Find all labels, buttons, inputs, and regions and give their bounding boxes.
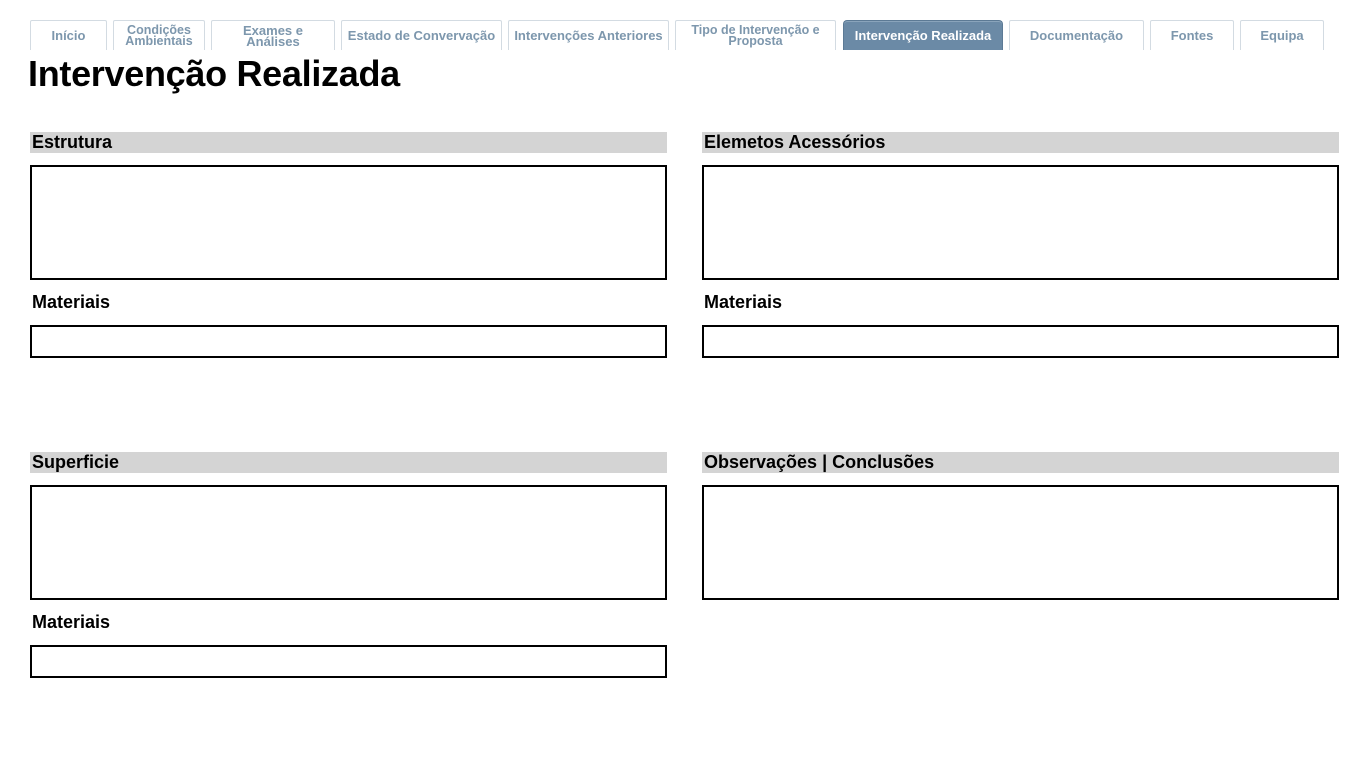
estrutura-materiais-input[interactable] [30, 325, 667, 358]
tab-intervencao-realizada[interactable]: Intervenção Realizada [843, 20, 1003, 50]
observacoes-textarea[interactable] [702, 485, 1339, 600]
estrutura-textarea[interactable] [30, 165, 667, 280]
tab-inicio[interactable]: Início [30, 20, 107, 50]
estrutura-materiais-label: Materiais [32, 292, 111, 312]
tab-fontes[interactable]: Fontes [1150, 20, 1234, 50]
elementos-materiais-input[interactable] [702, 325, 1339, 358]
tab-estado-conservacao[interactable]: Estado de Convervação [341, 20, 502, 50]
page-title: Intervenção Realizada [28, 53, 400, 94]
tab-bar: Início Condições Ambientais Exames e Aná… [0, 20, 1366, 51]
section-heading-elementos-acessorios: Elemetos Acessórios [702, 132, 1339, 153]
superficie-textarea[interactable] [30, 485, 667, 600]
elementos-acessorios-textarea[interactable] [702, 165, 1339, 280]
section-heading-superficie: Superficie [30, 452, 667, 473]
tab-condicoes-ambientais[interactable]: Condições Ambientais [113, 20, 205, 50]
elementos-materiais-label: Materiais [704, 292, 783, 312]
section-heading-estrutura: Estrutura [30, 132, 667, 153]
tab-tipo-intervencao-proposta[interactable]: Tipo de Intervenção e Proposta [675, 20, 836, 50]
superficie-materiais-input[interactable] [30, 645, 667, 678]
tab-equipa[interactable]: Equipa [1240, 20, 1324, 50]
tab-exames-analises[interactable]: Exames e Análises [211, 20, 335, 50]
superficie-materiais-label: Materiais [32, 612, 111, 632]
tab-intervencoes-anteriores[interactable]: Intervenções Anteriores [508, 20, 669, 50]
section-heading-observacoes: Observações | Conclusões [702, 452, 1339, 473]
tab-documentacao[interactable]: Documentação [1009, 20, 1144, 50]
